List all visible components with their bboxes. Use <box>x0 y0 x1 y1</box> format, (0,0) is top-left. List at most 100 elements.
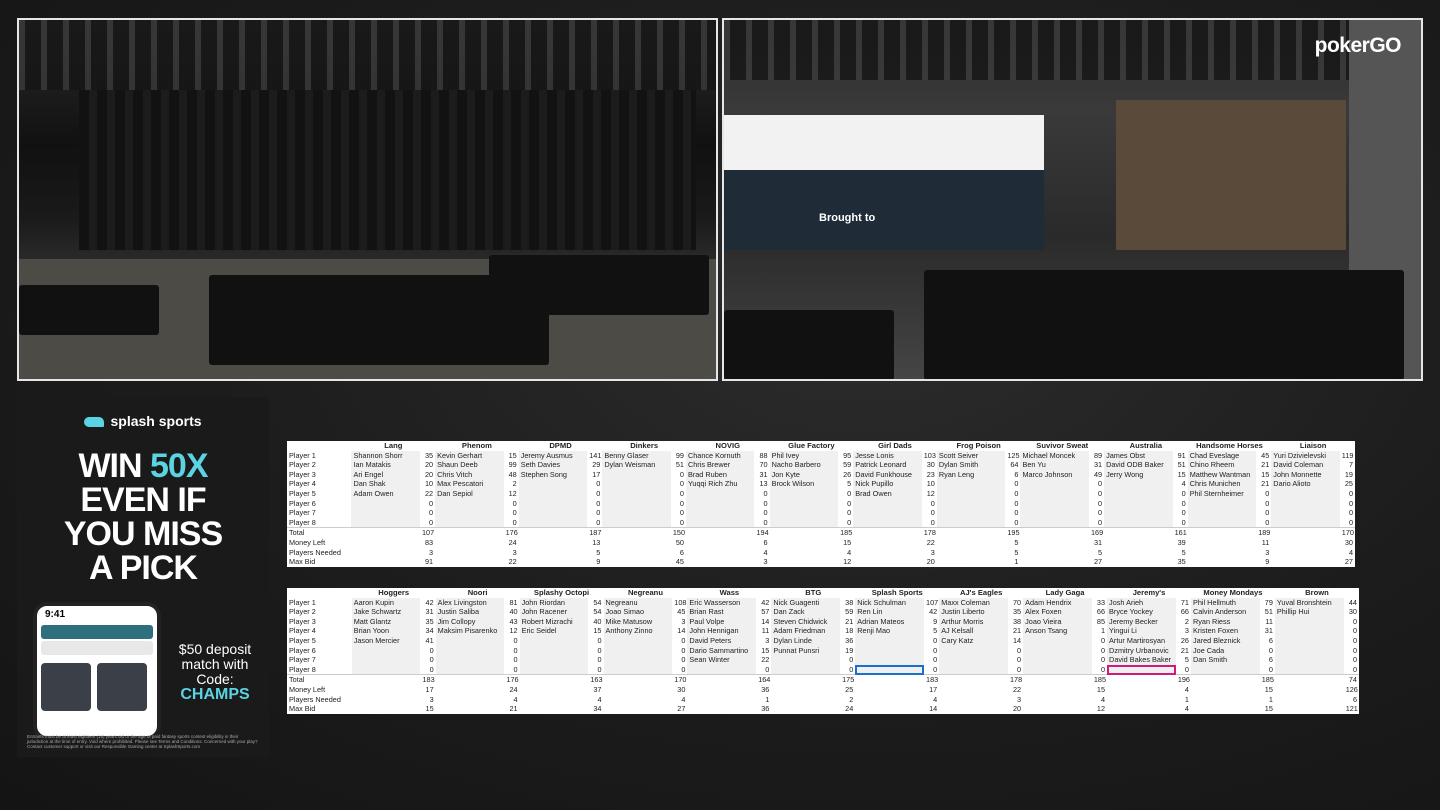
summary-value[interactable]: 187 <box>587 527 603 538</box>
player-name-cell[interactable] <box>518 517 588 528</box>
player-name-cell[interactable] <box>771 655 841 665</box>
summary-value[interactable]: 9 <box>587 557 602 567</box>
player-cost-cell[interactable]: 40 <box>588 617 603 627</box>
summary-value[interactable]: 37 <box>588 685 603 695</box>
player-name-cell[interactable]: Brad Owen <box>853 488 922 499</box>
player-name-cell[interactable] <box>1104 479 1173 489</box>
player-cost-cell[interactable]: 64 <box>1005 460 1020 470</box>
player-cost-cell[interactable]: 49 <box>1089 470 1104 480</box>
player-cost-cell[interactable]: 0 <box>1340 499 1355 509</box>
player-cost-cell[interactable]: 0 <box>587 518 602 528</box>
player-cost-cell[interactable]: 0 <box>504 636 519 646</box>
player-cost-cell[interactable]: 18 <box>840 626 855 636</box>
player-name-cell[interactable]: Eric Wasserson <box>687 597 757 608</box>
player-name-cell[interactable] <box>939 645 1008 656</box>
player-name-cell[interactable]: John Riordan <box>519 597 589 608</box>
player-cost-cell[interactable]: 29 <box>587 460 602 470</box>
summary-value[interactable]: 91 <box>420 557 435 567</box>
player-name-cell[interactable] <box>435 655 505 665</box>
player-name-cell[interactable]: Nick Pupillo <box>853 479 922 489</box>
player-name-cell[interactable]: Jared Bleznick <box>1190 635 1260 646</box>
player-cost-cell[interactable]: 0 <box>1176 665 1191 675</box>
player-name-cell[interactable]: Maxx Coleman <box>939 597 1008 608</box>
player-name-cell[interactable] <box>685 498 755 509</box>
player-cost-cell[interactable]: 95 <box>838 451 853 461</box>
player-name-cell[interactable] <box>1187 517 1257 528</box>
player-cost-cell[interactable]: 14 <box>756 617 771 627</box>
player-cost-cell[interactable]: 35 <box>1008 607 1023 617</box>
player-name-cell[interactable]: Ian Matakis <box>351 460 420 470</box>
player-cost-cell[interactable]: 20 <box>420 470 435 480</box>
player-cost-cell[interactable]: 0 <box>1005 489 1020 499</box>
player-cost-cell[interactable]: 0 <box>1260 646 1275 656</box>
player-cost-cell[interactable]: 0 <box>1008 665 1023 675</box>
player-cost-cell[interactable]: 0 <box>1344 646 1359 656</box>
team-name[interactable]: DPMD <box>519 441 603 451</box>
player-cost-cell[interactable]: 36 <box>840 636 855 646</box>
player-cost-cell[interactable]: 0 <box>504 508 519 518</box>
player-cost-cell[interactable]: 79 <box>1260 598 1275 608</box>
player-name-cell[interactable]: Patrick Leonard <box>853 460 922 470</box>
player-cost-cell[interactable]: 0 <box>671 479 686 489</box>
team-name[interactable]: Hoggers <box>352 588 436 598</box>
team-name[interactable]: Phenom <box>435 441 519 451</box>
player-name-cell[interactable] <box>1274 645 1344 656</box>
player-name-cell[interactable]: Scott Seiver <box>936 450 1006 461</box>
player-cost-cell[interactable]: 10 <box>420 479 435 489</box>
player-name-cell[interactable] <box>1020 508 1089 518</box>
player-cost-cell[interactable]: 0 <box>588 636 603 646</box>
player-name-cell[interactable] <box>771 664 841 675</box>
player-name-cell[interactable] <box>1020 488 1089 499</box>
player-cost-cell[interactable]: 0 <box>1089 489 1104 499</box>
player-name-cell[interactable]: Matthew Wantman <box>1187 469 1257 480</box>
team-name[interactable]: Negreanu <box>604 588 688 598</box>
player-cost-cell[interactable]: 0 <box>588 655 603 665</box>
summary-value[interactable]: 13 <box>587 538 602 548</box>
player-cost-cell[interactable]: 0 <box>754 508 769 518</box>
player-cost-cell[interactable]: 59 <box>838 460 853 470</box>
player-cost-cell[interactable]: 0 <box>587 479 602 489</box>
player-name-cell[interactable] <box>853 508 922 518</box>
player-name-cell[interactable] <box>936 517 1006 528</box>
sponsor-ad[interactable]: splash sports WIN 50X EVEN IF YOU MISS A… <box>17 397 269 757</box>
summary-value[interactable]: 6 <box>671 548 686 558</box>
player-name-cell[interactable] <box>1020 498 1089 509</box>
player-name-cell[interactable] <box>855 635 925 646</box>
player-cost-cell[interactable]: 0 <box>672 665 687 675</box>
player-name-cell[interactable]: David ODB Baker <box>1104 460 1173 470</box>
player-cost-cell[interactable]: 14 <box>1008 636 1023 646</box>
summary-value[interactable]: 195 <box>1005 527 1021 538</box>
player-name-cell[interactable]: Punnat Punsri <box>771 645 841 656</box>
player-name-cell[interactable]: Chance Kornuth <box>685 450 755 461</box>
player-cost-cell[interactable]: 30 <box>1344 607 1359 617</box>
player-name-cell[interactable] <box>1020 517 1089 528</box>
summary-value[interactable]: 150 <box>670 527 686 538</box>
player-cost-cell[interactable]: 0 <box>838 489 853 499</box>
player-name-cell[interactable] <box>351 498 420 509</box>
team-name[interactable]: Lang <box>351 441 435 451</box>
player-cost-cell[interactable]: 0 <box>504 646 519 656</box>
player-name-cell[interactable] <box>435 498 504 509</box>
player-cost-cell[interactable]: 12 <box>504 489 519 499</box>
player-cost-cell[interactable]: 0 <box>588 665 603 675</box>
player-name-cell[interactable] <box>602 498 671 509</box>
player-cost-cell[interactable]: 41 <box>420 636 435 646</box>
player-cost-cell[interactable]: 6 <box>1260 655 1275 665</box>
player-cost-cell[interactable]: 54 <box>588 607 603 617</box>
summary-value[interactable]: 20 <box>1008 704 1023 714</box>
summary-value[interactable]: 74 <box>1343 674 1359 685</box>
summary-value[interactable]: 39 <box>1173 538 1188 548</box>
player-cost-cell[interactable]: 12 <box>922 489 937 499</box>
player-name-cell[interactable]: Anthony Zinno <box>603 626 673 636</box>
player-name-cell[interactable]: Dario Alioto <box>1271 479 1340 489</box>
player-cost-cell[interactable]: 2 <box>1176 617 1191 627</box>
team-name[interactable]: BTG <box>771 588 855 598</box>
summary-value[interactable]: 169 <box>1088 527 1105 538</box>
player-name-cell[interactable] <box>1274 664 1344 675</box>
player-cost-cell[interactable]: 66 <box>1092 607 1107 617</box>
player-name-cell[interactable]: Chris Vitch <box>435 469 504 480</box>
player-cost-cell[interactable]: 107 <box>924 598 939 608</box>
player-name-cell[interactable]: Adam Hendrix <box>1023 597 1092 608</box>
player-name-cell[interactable]: Adam Friedman <box>771 626 841 636</box>
summary-value[interactable]: 1 <box>1260 695 1275 705</box>
